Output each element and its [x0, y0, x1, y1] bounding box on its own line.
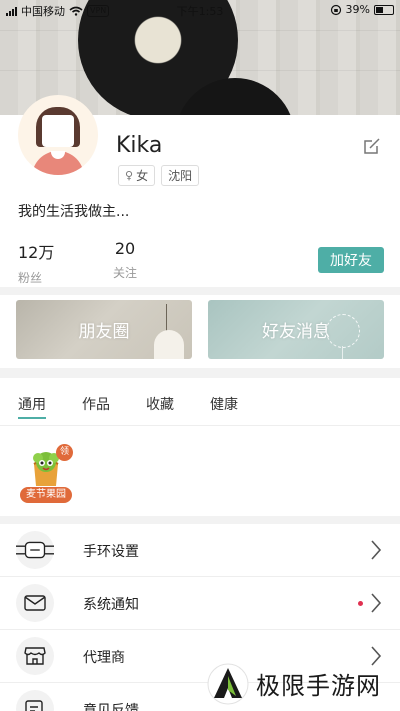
- city-tag: 沈阳: [161, 165, 200, 186]
- avatar[interactable]: [18, 95, 98, 175]
- female-icon: ♀: [125, 169, 134, 182]
- menu-item-wristband-settings[interactable]: 手环设置: [0, 524, 400, 577]
- add-friend-button[interactable]: 加好友: [318, 247, 384, 273]
- menu-label: 系统通知: [83, 597, 139, 613]
- profile-tabs: 通用 作品 收藏 健康: [0, 385, 400, 425]
- menu-label: 手环设置: [83, 544, 139, 560]
- watermark-logo-icon: [207, 663, 249, 704]
- city-label: 沈阳: [168, 169, 193, 183]
- status-bar: 中国移动 VPN 下午1:53 39%: [0, 0, 400, 20]
- menu-label: 代理商: [83, 650, 125, 666]
- feedback-icon: [16, 690, 54, 711]
- menu-label: 意见反馈: [83, 703, 139, 711]
- tab-general[interactable]: 通用: [18, 385, 64, 425]
- watermark: 极限手游网: [206, 656, 396, 711]
- chevron-right-icon: [371, 593, 382, 613]
- section-divider: [0, 368, 400, 378]
- unread-dot: [358, 601, 363, 606]
- battery-icon: [374, 4, 394, 15]
- followers-count: 12万: [18, 243, 55, 262]
- tab-works[interactable]: 作品: [82, 385, 128, 425]
- store-icon: [16, 637, 54, 675]
- watermark-text: 极限手游网: [256, 672, 381, 700]
- tab-health[interactable]: 健康: [210, 385, 256, 425]
- bio-text: 我的生活我做主...: [18, 204, 130, 220]
- moments-card[interactable]: 朋友圈: [16, 300, 192, 359]
- orchard-app[interactable]: 领 麦节果园: [20, 444, 73, 504]
- gender-label: 女: [136, 169, 149, 183]
- tab-favorites[interactable]: 收藏: [146, 385, 192, 425]
- battery-percent: 39%: [345, 3, 370, 16]
- rotation-lock-icon: [330, 4, 341, 15]
- friend-messages-card[interactable]: 好友消息: [208, 300, 384, 359]
- following-count: 20: [114, 239, 136, 258]
- edit-icon[interactable]: [362, 136, 382, 156]
- mail-icon: [16, 584, 54, 622]
- following-label: 关注: [112, 266, 137, 280]
- moments-label: 朋友圈: [78, 322, 130, 342]
- section-divider: [0, 287, 400, 295]
- claim-badge: 领: [56, 444, 73, 461]
- following-stat[interactable]: 20 关注: [108, 239, 142, 281]
- followers-label: 粉丝: [18, 271, 43, 285]
- wristband-icon: [16, 531, 54, 569]
- chevron-right-icon: [371, 540, 382, 560]
- orchard-app-label: 麦节果园: [20, 487, 72, 503]
- followers-stat[interactable]: 12万 粉丝: [18, 239, 58, 286]
- profile-tags: ♀ 女 沈阳: [118, 165, 200, 186]
- friend-messages-label: 好友消息: [262, 322, 330, 342]
- tab-divider: [0, 425, 400, 426]
- gender-tag: ♀ 女: [118, 165, 156, 186]
- menu-item-system-notifications[interactable]: 系统通知: [0, 577, 400, 630]
- username: Kika: [116, 133, 163, 158]
- section-divider: [0, 516, 400, 524]
